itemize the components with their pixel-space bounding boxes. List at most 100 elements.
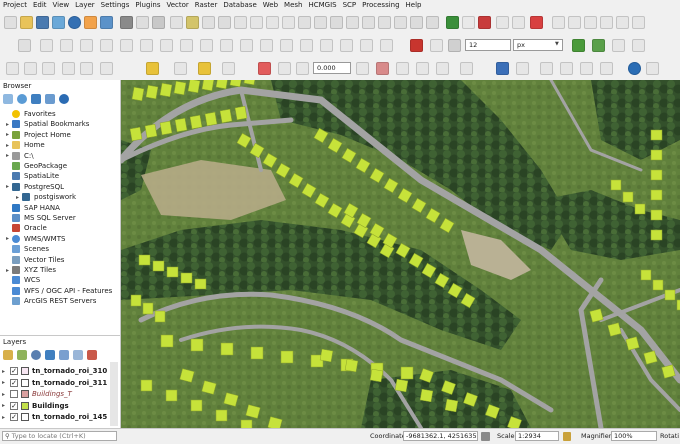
zoom-icon[interactable]	[152, 16, 165, 29]
save-project-icon[interactable]	[36, 16, 49, 29]
expand-arrow-icon[interactable]: ▸	[2, 402, 10, 409]
add-ring-icon[interactable]	[160, 39, 173, 52]
expand-arrow-icon[interactable]: ▸	[4, 235, 11, 242]
add-group-icon[interactable]	[17, 350, 27, 360]
expand-arrow-icon[interactable]: ▸	[4, 183, 11, 190]
browser-item-project-home[interactable]: ▸ Project Home	[4, 130, 71, 140]
browser-item-xyz-tiles[interactable]: ▸ XYZ Tiles	[4, 265, 56, 275]
undo-shape-icon[interactable]	[278, 62, 291, 75]
building-footprint[interactable]	[419, 388, 434, 403]
filter-icon[interactable]	[31, 94, 41, 104]
browser-item-postgiswork[interactable]: ▸ postgiswork	[14, 192, 76, 202]
layer-item[interactable]: ▸ Buildings_T	[2, 389, 72, 399]
coordinate-capture-icon[interactable]	[496, 62, 509, 75]
building-footprint[interactable]	[130, 294, 142, 307]
layer-symbol-swatch[interactable]	[21, 390, 29, 398]
snapping-mode-icon[interactable]	[448, 39, 461, 52]
topology-icon[interactable]	[572, 39, 585, 52]
locator-search-input[interactable]: ⚲ Type to locate (Ctrl+K)	[2, 431, 117, 441]
layer-item[interactable]: ▸ ✓ Buildings	[2, 401, 69, 411]
info-icon[interactable]	[59, 94, 69, 104]
expand-arrow-icon[interactable]: ▸	[4, 267, 11, 274]
map-tips-icon[interactable]	[80, 62, 93, 75]
building-footprint[interactable]	[215, 409, 228, 422]
menu-layer[interactable]: Layer	[72, 0, 98, 11]
ad-tool-icon[interactable]	[356, 62, 369, 75]
building-footprint[interactable]	[204, 111, 218, 127]
move-label-icon[interactable]	[552, 16, 565, 29]
browser-item-spatialite[interactable]: SpatiaLite	[4, 171, 59, 181]
callout-icon[interactable]	[632, 16, 645, 29]
label-icon[interactable]	[462, 16, 475, 29]
building-footprint[interactable]	[234, 105, 248, 121]
redo-icon[interactable]	[426, 16, 439, 29]
building-footprint[interactable]	[140, 379, 153, 392]
layer-symbol-swatch[interactable]	[21, 413, 29, 421]
sigma-icon[interactable]	[84, 16, 97, 29]
building-footprint[interactable]	[664, 289, 676, 301]
expand-all-icon[interactable]	[59, 350, 69, 360]
building-footprint[interactable]	[394, 378, 409, 393]
menu-processing[interactable]: Processing	[359, 0, 402, 11]
label-green-icon[interactable]	[446, 16, 459, 29]
snap-type-icon[interactable]	[430, 39, 443, 52]
pan-icon[interactable]	[136, 16, 149, 29]
lock-icon[interactable]	[563, 432, 571, 441]
building-footprint[interactable]	[145, 84, 159, 100]
building-footprint[interactable]	[650, 169, 663, 181]
paste-icon[interactable]	[266, 16, 279, 29]
select-features-icon[interactable]	[146, 62, 159, 75]
rectangle-icon[interactable]	[40, 39, 53, 52]
building-footprint[interactable]	[187, 80, 201, 94]
building-footprint[interactable]	[369, 368, 384, 383]
layout-manager-icon[interactable]	[52, 16, 65, 29]
digitize-icon[interactable]	[218, 16, 231, 29]
layer-visibility-checkbox[interactable]: ✓	[10, 401, 18, 410]
settings-icon[interactable]	[68, 16, 81, 29]
ad-red-icon[interactable]	[376, 62, 389, 75]
circle-icon[interactable]	[60, 39, 73, 52]
building-footprint[interactable]	[640, 269, 652, 281]
layer-visibility-checkbox[interactable]: ✓	[10, 413, 18, 421]
building-footprint[interactable]	[194, 278, 207, 290]
filter-legend-icon[interactable]	[45, 350, 55, 360]
label-tool-icon[interactable]	[600, 16, 613, 29]
visibility-eye-icon[interactable]	[31, 350, 41, 360]
offset-point-icon[interactable]	[360, 39, 373, 52]
reshape-features-icon[interactable]	[260, 39, 273, 52]
building-footprint[interactable]	[650, 229, 663, 241]
layer-visibility-checkbox[interactable]	[10, 390, 18, 398]
building-footprint[interactable]	[444, 398, 459, 413]
browser-item-oracle[interactable]: Oracle	[4, 223, 47, 233]
buffer-icon[interactable]	[460, 62, 473, 75]
building-footprint[interactable]	[144, 123, 158, 139]
merge-icon[interactable]	[378, 16, 391, 29]
copy-icon[interactable]	[250, 16, 263, 29]
building-footprint[interactable]	[650, 189, 663, 201]
menu-project[interactable]: Project	[0, 0, 30, 11]
reshape-icon[interactable]	[394, 16, 407, 29]
building-footprint[interactable]	[319, 348, 334, 363]
ellipse-icon[interactable]	[80, 39, 93, 52]
building-footprint[interactable]	[215, 80, 229, 90]
building-footprint[interactable]	[173, 80, 187, 96]
label-red-icon[interactable]	[478, 16, 491, 29]
expand-arrow-icon[interactable]: ▸	[4, 152, 11, 159]
browser-item-wcs[interactable]: WCS	[4, 275, 40, 285]
ad-tool-2-icon[interactable]	[396, 62, 409, 75]
delete-ring-icon[interactable]	[220, 39, 233, 52]
building-footprint[interactable]	[652, 279, 664, 291]
menu-database[interactable]: Database	[220, 0, 259, 11]
text-t-icon[interactable]	[416, 62, 429, 75]
scale-field[interactable]: 1:2934	[515, 431, 559, 441]
style-manager-icon[interactable]	[3, 350, 13, 360]
browser-item-home[interactable]: ▸ Home	[4, 140, 45, 150]
collapse-all-icon[interactable]	[73, 350, 83, 360]
coordinate-field[interactable]: -9681362.1, 4251635.3	[403, 431, 478, 441]
building-footprint[interactable]	[142, 302, 154, 315]
hide-icon[interactable]	[560, 62, 573, 75]
expand-arrow-icon[interactable]: ▸	[4, 131, 11, 138]
split-parts-icon[interactable]	[300, 39, 313, 52]
move-icon[interactable]	[314, 16, 327, 29]
menu-vector[interactable]: Vector	[163, 0, 191, 11]
